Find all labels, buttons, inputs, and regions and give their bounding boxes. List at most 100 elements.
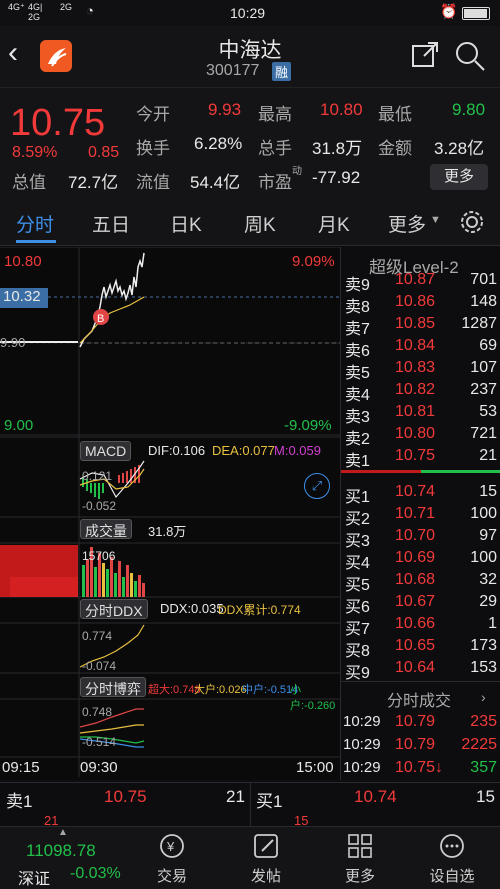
ddx-cumulative: DDX累计:0.774 bbox=[218, 603, 301, 617]
open-value: 9.93 bbox=[208, 100, 242, 119]
turnover-label: 换手 bbox=[136, 139, 170, 158]
macd-m: M:0.059 bbox=[274, 443, 321, 458]
pct-axis-top: 9.09% bbox=[292, 253, 335, 270]
game-super-large: 超大:0.748 bbox=[148, 684, 201, 696]
bottom-nav: ▲ 11098.78 深证 -0.03% ¥ 交易 发帖 更多 设自选 bbox=[0, 826, 500, 889]
chevron-right-icon[interactable]: › bbox=[481, 689, 486, 705]
nav-more[interactable]: 更多 bbox=[320, 831, 400, 886]
ask-row: 卖9 10.87 701 bbox=[345, 271, 497, 294]
battery-icon bbox=[462, 7, 490, 20]
pct-axis-bottom: -9.09% bbox=[284, 417, 332, 434]
nav-watchlist[interactable]: 设自选 bbox=[412, 831, 492, 886]
bid-row: 买6 10.67 29 bbox=[345, 593, 497, 616]
pe-value: -77.92 bbox=[312, 168, 361, 187]
network-3: 2G bbox=[60, 2, 73, 12]
ddx-axis-top: 0.774 bbox=[82, 629, 113, 643]
game-small: 小户:-0.260 bbox=[290, 684, 336, 712]
ask-row: 卖7 10.85 1287 bbox=[345, 315, 497, 338]
time-axis-end: 15:00 bbox=[296, 759, 334, 776]
tab-monthly-k[interactable]: 月K bbox=[318, 210, 350, 237]
expand-icon[interactable]: ⤢ bbox=[304, 473, 330, 499]
tab-weekly-k[interactable]: 周K bbox=[244, 210, 276, 237]
ask-row: 卖1 10.75 21 bbox=[345, 447, 497, 470]
bid-row: 买5 10.68 32 bbox=[345, 571, 497, 594]
index-value[interactable]: 11098.78 bbox=[26, 841, 96, 861]
network-2b: 2G bbox=[28, 12, 41, 22]
macd-selector[interactable]: MACD bbox=[80, 441, 132, 461]
bid-row: 买8 10.65 173 bbox=[345, 637, 497, 660]
tab-more[interactable]: 更多 bbox=[388, 210, 426, 237]
tab-intraday[interactable]: 分时 bbox=[16, 210, 54, 237]
market-cap-value: 72.7亿 bbox=[68, 173, 119, 192]
tab-five-day[interactable]: 五日 bbox=[92, 210, 130, 237]
edit-icon bbox=[254, 834, 278, 858]
game-axis-top: 0.748 bbox=[82, 705, 113, 719]
more-quote-button[interactable]: 更多 bbox=[430, 164, 488, 190]
ddx-value: DDX:0.035 bbox=[160, 601, 224, 616]
bid-pressure-bar bbox=[421, 470, 500, 473]
ask-pressure-bar bbox=[341, 470, 421, 473]
sell1-label: 卖1 bbox=[6, 792, 33, 811]
float-cap-value: 54.4亿 bbox=[190, 173, 241, 192]
volume-bars bbox=[0, 545, 145, 597]
trade-icon: ¥ bbox=[160, 834, 184, 858]
trade-row: 10:29 10.79 235 bbox=[343, 713, 497, 730]
bid-row: 买9 10.64 153 bbox=[345, 659, 497, 682]
trades-title[interactable]: 分时成交 bbox=[387, 687, 451, 711]
bid-row: 买4 10.69 100 bbox=[345, 549, 497, 572]
app-header: ‹ 中海达 300177 融 bbox=[0, 26, 500, 88]
nav-post[interactable]: 发帖 bbox=[226, 831, 306, 886]
trade-row: 10:29 10.79 2225 bbox=[343, 736, 497, 753]
svg-text:¥: ¥ bbox=[166, 839, 175, 854]
ask-row: 卖8 10.86 148 bbox=[345, 293, 497, 316]
volume-selector[interactable]: 成交量 bbox=[80, 519, 132, 539]
tab-daily-k[interactable]: 日K bbox=[170, 210, 202, 237]
intraday-chart[interactable]: B 10.80 9.09% 10.32 9.90 9.00 -9.09% MAC… bbox=[0, 247, 340, 780]
macd-axis-top: 0.121 bbox=[82, 469, 113, 483]
game-axis-bottom: -0.514 bbox=[82, 735, 117, 749]
float-cap-label: 流值 bbox=[136, 173, 170, 192]
ddx-axis-bottom: -0.074 bbox=[82, 659, 117, 673]
ddx-selector[interactable]: 分时DDX bbox=[80, 599, 148, 619]
watchlist-icon bbox=[440, 834, 464, 858]
time-axis-start: 09:15 bbox=[2, 759, 40, 776]
high-value: 10.80 bbox=[320, 100, 363, 119]
chevron-up-icon: ▲ bbox=[58, 827, 68, 838]
open-label: 今开 bbox=[136, 105, 170, 124]
sell1-price: 10.75 bbox=[104, 787, 147, 806]
trade-row: 10:29 10.75↓ 357 bbox=[343, 759, 497, 776]
ask-row: 卖5 10.83 107 bbox=[345, 359, 497, 382]
index-name[interactable]: 深证 bbox=[18, 865, 50, 889]
bid-row: 买7 10.66 1 bbox=[345, 615, 497, 638]
search-icon[interactable] bbox=[454, 40, 486, 77]
network-2: 4G| bbox=[28, 2, 43, 12]
share-icon[interactable] bbox=[410, 40, 440, 75]
status-bar: 4G⁺ 4G| 2G 2G ◔ 10:29 ⏰ bbox=[0, 0, 500, 26]
prev-close-axis: 9.90 bbox=[0, 335, 26, 350]
period-tabs: 分时 五日 日K 周K 月K 更多 ▼ bbox=[0, 198, 500, 246]
nav-trade[interactable]: ¥ 交易 bbox=[132, 831, 212, 886]
grid-icon bbox=[348, 834, 372, 858]
ask-row: 卖4 10.82 237 bbox=[345, 381, 497, 404]
macd-axis-bottom: -0.052 bbox=[82, 499, 117, 513]
avg-price-line bbox=[79, 296, 145, 344]
time-axis-open: 09:30 bbox=[80, 759, 118, 776]
stock-code: 300177 bbox=[206, 62, 260, 79]
change-value: 0.85 bbox=[88, 144, 120, 161]
game-selector[interactable]: 分时博弈 bbox=[80, 677, 146, 697]
buy1-label: 买1 bbox=[256, 792, 283, 811]
pe-label: 市盈 bbox=[258, 173, 292, 192]
bid-row: 买2 10.71 100 bbox=[345, 505, 497, 528]
gear-icon[interactable] bbox=[458, 208, 486, 241]
network-1: 4G⁺ bbox=[8, 2, 25, 12]
volume-value: 31.8万 bbox=[312, 139, 363, 158]
pe-dynamic-mark: 动 bbox=[292, 166, 302, 177]
low-value: 9.80 bbox=[452, 100, 486, 119]
ask-row: 卖6 10.84 69 bbox=[345, 337, 497, 360]
ask-row: 卖2 10.80 721 bbox=[345, 425, 497, 448]
index-change[interactable]: -0.03% bbox=[70, 865, 121, 883]
buy-marker-label: B bbox=[97, 313, 104, 325]
buy1-volume: 15 bbox=[476, 787, 495, 806]
game-large: 大户:0.026 bbox=[194, 684, 247, 696]
wifi-icon: ◔ bbox=[86, 3, 94, 18]
